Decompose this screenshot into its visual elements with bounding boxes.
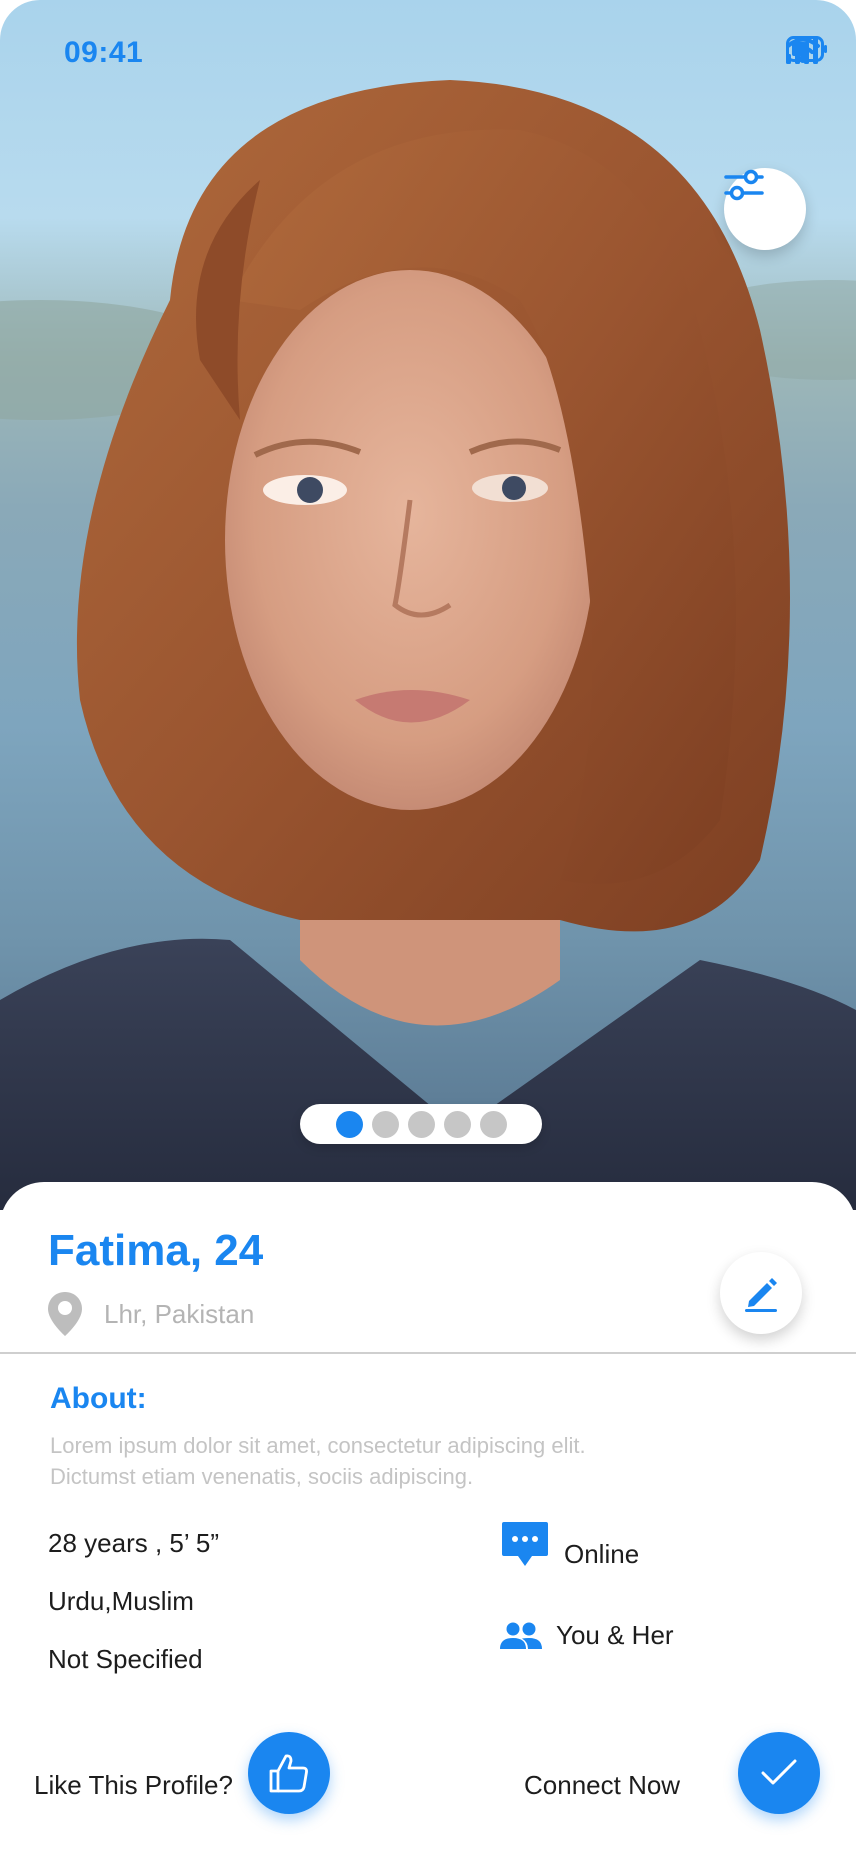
people-icon	[500, 1622, 542, 1649]
pager-dot-3[interactable]	[407, 1110, 435, 1138]
pencil-icon	[745, 1278, 777, 1312]
pager-dot-5[interactable]	[479, 1110, 507, 1138]
age-height: 28 years , 5’ 5”	[48, 1528, 220, 1558]
profile-card: Fatima, 24 Lhr, Pakistan About: Lorem ip…	[0, 1182, 856, 1852]
about-text-line-1: Lorem ipsum dolor sit amet, consectetur …	[50, 1433, 586, 1458]
other-detail: Not Specified	[48, 1644, 203, 1674]
connect-button[interactable]	[738, 1732, 820, 1814]
pager-dot-2[interactable]	[371, 1110, 399, 1138]
connect-label: Connect Now	[524, 1770, 681, 1800]
status-time: 09:41	[64, 36, 144, 69]
about-title: About:	[50, 1382, 147, 1415]
photo-pager	[300, 1104, 542, 1144]
profile-screen: 09:41 Fatima, 24 Lhr, Pakistan About: Lo…	[0, 0, 856, 1852]
together-status: You & Her	[500, 1620, 674, 1651]
checkmark-icon	[761, 1759, 797, 1785]
edit-profile-button[interactable]	[720, 1252, 802, 1334]
divider	[0, 1352, 856, 1354]
like-button[interactable]	[248, 1732, 330, 1814]
online-label: Online	[564, 1539, 640, 1569]
profile-photo[interactable]: 09:41	[0, 0, 856, 1210]
location-text: Lhr, Pakistan	[104, 1298, 255, 1329]
map-pin-icon	[48, 1292, 82, 1336]
like-label: Like This Profile?	[34, 1770, 233, 1800]
profile-name: Fatima, 24	[48, 1226, 264, 1275]
thumbs-up-icon	[269, 1754, 308, 1793]
language-religion: Urdu,Muslim	[48, 1586, 194, 1616]
battery-icon	[786, 36, 827, 62]
pager-dot-4[interactable]	[443, 1110, 471, 1138]
about-text: Lorem ipsum dolor sit amet, consectetur …	[50, 1430, 770, 1492]
online-status: Online	[500, 1520, 639, 1570]
sliders-icon	[724, 169, 764, 201]
location-row: Lhr, Pakistan	[46, 1290, 254, 1338]
chat-bubble-icon	[502, 1522, 548, 1566]
pager-dot-1[interactable]	[335, 1110, 363, 1138]
filter-button[interactable]	[724, 168, 806, 250]
about-text-line-2: Dictumst etiam venenatis, sociis adipisc…	[50, 1464, 474, 1489]
together-label: You & Her	[556, 1620, 674, 1650]
